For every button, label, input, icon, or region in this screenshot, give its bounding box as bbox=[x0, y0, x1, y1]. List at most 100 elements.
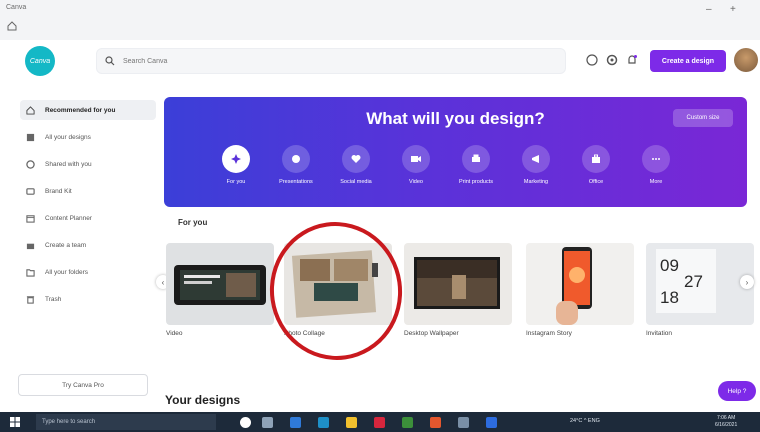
section-heading: For you bbox=[178, 218, 208, 227]
template-card-desktop-wallpaper[interactable] bbox=[404, 243, 512, 325]
template-card-label: Desktop Wallpaper bbox=[404, 330, 459, 337]
sidebar-item-create-team[interactable]: Create a team bbox=[20, 235, 156, 255]
minimize-button[interactable]: – bbox=[706, 4, 712, 15]
print-icon bbox=[472, 154, 480, 162]
sidebar-item-recommended[interactable]: Recommended for you bbox=[20, 100, 156, 120]
active-app-icon[interactable] bbox=[486, 417, 497, 428]
category-print-products[interactable]: Print products bbox=[446, 145, 506, 185]
video-icon bbox=[411, 156, 421, 162]
template-card-label: Photo Collage bbox=[284, 330, 325, 337]
category-label: More bbox=[649, 179, 663, 185]
create-design-button[interactable]: Create a design bbox=[650, 50, 726, 72]
app-title: Canva bbox=[6, 4, 27, 11]
top-bar: Canva Create a design bbox=[0, 40, 760, 82]
canva-logo[interactable]: Canva bbox=[25, 46, 55, 76]
calendar-icon bbox=[26, 214, 35, 223]
more-icon bbox=[652, 158, 660, 160]
settings-icon[interactable] bbox=[458, 417, 469, 428]
sidebar-item-label: Recommended for you bbox=[45, 106, 116, 114]
clock-date: 6/16/2021 bbox=[715, 422, 738, 428]
your-designs-heading: Your designs bbox=[165, 393, 241, 407]
edge-icon[interactable] bbox=[318, 417, 329, 428]
category-label: Marketing bbox=[523, 179, 549, 185]
template-card-video[interactable] bbox=[166, 243, 274, 325]
help-circle-icon[interactable] bbox=[586, 54, 598, 66]
maximize-button[interactable]: + bbox=[730, 4, 736, 15]
invitation-number: 09 bbox=[660, 256, 679, 275]
template-card-label: Video bbox=[166, 330, 183, 337]
sidebar-item-content-planner[interactable]: Content Planner bbox=[20, 208, 156, 228]
sidebar-item-shared[interactable]: Shared with you bbox=[20, 154, 156, 174]
category-label: Social media bbox=[340, 179, 372, 185]
template-card-label: Instagram Story bbox=[526, 330, 572, 337]
photo-collage-thumbnail bbox=[284, 243, 392, 325]
sidebar-item-label: All your folders bbox=[45, 268, 88, 276]
template-card-invitation[interactable]: 09 27 18 bbox=[646, 243, 754, 325]
sidebar-item-label: All your designs bbox=[45, 133, 91, 141]
clock[interactable]: 7:06 AM 6/16/2021 bbox=[715, 415, 737, 429]
windows-taskbar: Type here to search 24°C ^ ENG 7:06 AM 6… bbox=[0, 412, 760, 432]
file-explorer-icon[interactable] bbox=[346, 417, 357, 428]
search-icon bbox=[105, 56, 115, 66]
briefcase-icon bbox=[592, 154, 600, 163]
office-icon[interactable] bbox=[374, 417, 385, 428]
people-icon bbox=[26, 159, 35, 169]
category-more[interactable]: More bbox=[626, 145, 686, 185]
avatar[interactable] bbox=[734, 48, 758, 72]
task-view-icon[interactable] bbox=[262, 417, 273, 428]
windows-start-icon[interactable] bbox=[10, 417, 20, 427]
home-icon[interactable] bbox=[7, 21, 17, 31]
sidebar-item-all-designs[interactable]: All your designs bbox=[20, 127, 156, 147]
template-card-photo-collage[interactable] bbox=[284, 243, 392, 325]
template-card-instagram-story[interactable] bbox=[526, 243, 634, 325]
trash-icon bbox=[26, 295, 35, 304]
sidebar: Recommended for you All your designs Sha… bbox=[0, 82, 160, 412]
try-pro-button[interactable]: Try Canva Pro bbox=[18, 374, 148, 396]
instagram-story-thumbnail bbox=[526, 243, 634, 325]
team-icon bbox=[26, 243, 35, 249]
category-label: Office bbox=[588, 179, 604, 185]
sidebar-item-folders[interactable]: All your folders bbox=[20, 262, 156, 282]
category-social-media[interactable]: Social media bbox=[326, 145, 386, 185]
category-label: For you bbox=[226, 179, 246, 185]
store-icon[interactable] bbox=[402, 417, 413, 428]
search-bar[interactable] bbox=[96, 48, 566, 74]
screen: Canva – + Canva Create a design Recommen… bbox=[0, 0, 760, 432]
megaphone-icon bbox=[532, 155, 539, 163]
sidebar-item-brand-kit[interactable]: Brand Kit bbox=[20, 181, 156, 201]
taskbar-search[interactable]: Type here to search bbox=[36, 414, 216, 430]
sidebar-item-trash[interactable]: Trash bbox=[20, 289, 156, 309]
taskbar-search-placeholder: Type here to search bbox=[42, 419, 96, 425]
gear-icon[interactable] bbox=[606, 54, 618, 66]
bell-icon[interactable] bbox=[626, 54, 638, 66]
chrome-icon[interactable] bbox=[430, 417, 441, 428]
category-label: Presentations bbox=[279, 179, 313, 185]
scroll-right-button[interactable]: › bbox=[740, 275, 754, 289]
sidebar-item-label: Brand Kit bbox=[45, 187, 72, 195]
search-input[interactable] bbox=[123, 57, 523, 65]
mail-icon[interactable] bbox=[290, 417, 301, 428]
hero-title: What will you design? bbox=[366, 109, 545, 128]
sidebar-item-label: Shared with you bbox=[45, 160, 92, 168]
category-marketing[interactable]: Marketing bbox=[506, 145, 566, 185]
system-tray[interactable]: 24°C ^ ENG bbox=[570, 418, 600, 424]
heart-icon bbox=[351, 155, 361, 163]
grid-icon bbox=[26, 133, 35, 141]
category-presentations[interactable]: Presentations bbox=[266, 145, 326, 185]
clock-time: 7:06 AM bbox=[716, 415, 736, 421]
category-video[interactable]: Video bbox=[386, 145, 446, 185]
sidebar-item-label: Trash bbox=[45, 295, 62, 303]
brand-icon bbox=[26, 187, 35, 195]
hero-banner: What will you design? Custom size For yo… bbox=[164, 97, 747, 207]
cortana-icon[interactable] bbox=[240, 417, 251, 428]
category-office[interactable]: Office bbox=[566, 145, 626, 185]
help-button[interactable]: Help ? bbox=[718, 381, 756, 401]
custom-size-button[interactable]: Custom size bbox=[673, 109, 733, 127]
window-chrome: Canva – + bbox=[0, 0, 760, 40]
category-for-you[interactable]: For you bbox=[206, 145, 266, 185]
category-label: Video bbox=[409, 179, 423, 185]
invitation-thumbnail: 09 27 18 bbox=[646, 243, 754, 325]
sidebar-item-label: Create a team bbox=[45, 241, 87, 249]
wallpaper-thumbnail bbox=[404, 243, 512, 325]
sidebar-item-label: Content Planner bbox=[45, 214, 92, 222]
